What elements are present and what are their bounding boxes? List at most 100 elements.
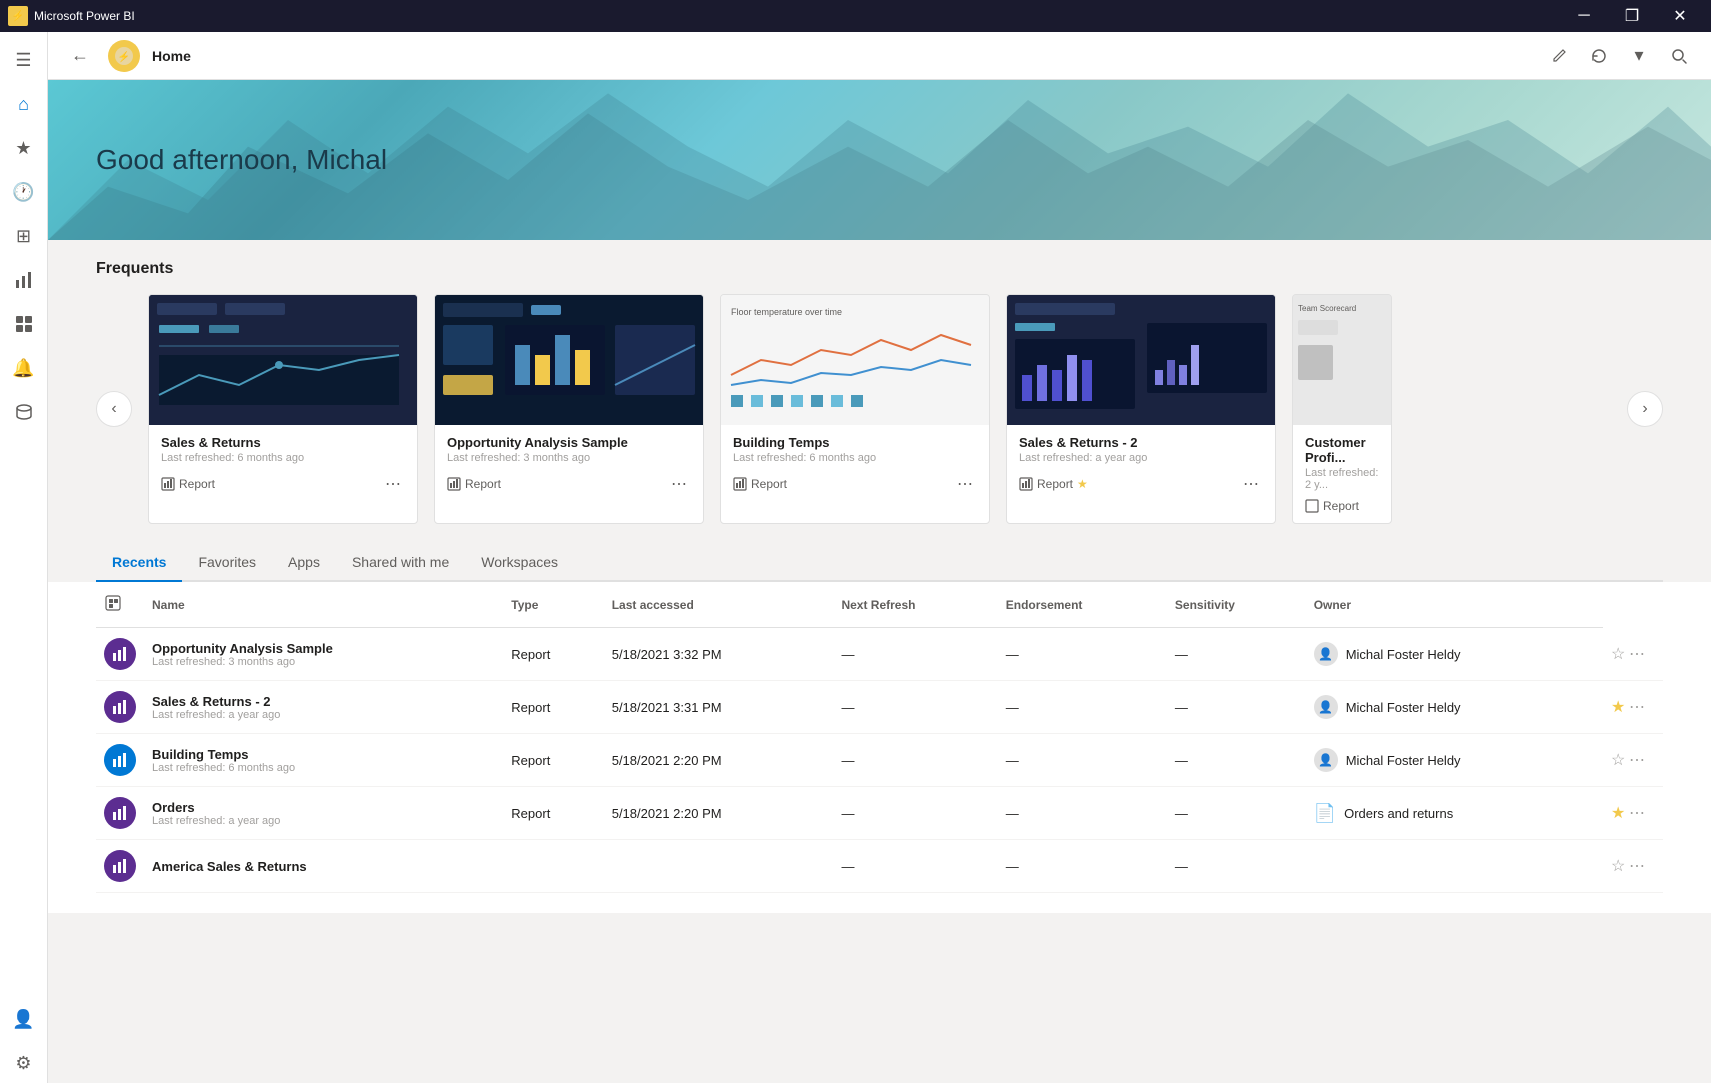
app-title: Microsoft Power BI	[34, 9, 135, 23]
frequent-card-1[interactable]: Sales & Returns Last refreshed: 6 months…	[148, 294, 418, 524]
card-footer-3: Report ⋯	[733, 472, 977, 496]
sidebar-item-apps[interactable]: ⊞	[4, 216, 44, 256]
card-more-1[interactable]: ⋯	[381, 472, 405, 496]
card-body-5: Customer Profi... Last refreshed: 2 y...…	[1293, 425, 1391, 523]
star-btn-2[interactable]: ★	[1611, 697, 1625, 717]
sidebar-item-workspaces[interactable]	[4, 304, 44, 344]
table-container: Name Type Last accessed Next Refresh End…	[48, 582, 1711, 913]
card-body-1: Sales & Returns Last refreshed: 6 months…	[149, 425, 417, 506]
sidebar-item-alerts[interactable]: 🔔	[4, 348, 44, 388]
tab-apps[interactable]: Apps	[272, 544, 336, 582]
search-button[interactable]	[1663, 40, 1695, 72]
card-subtitle-5: Last refreshed: 2 y...	[1305, 467, 1379, 491]
row-endorsement-4: —	[998, 787, 1167, 840]
more-btn-3[interactable]: ⋯	[1629, 750, 1645, 770]
col-endorsement: Endorsement	[998, 582, 1167, 628]
frequent-card-2[interactable]: Opportunity Analysis Sample Last refresh…	[434, 294, 704, 524]
row-endorsement-5: —	[998, 840, 1167, 893]
star-btn-1[interactable]: ☆	[1611, 644, 1625, 664]
card-title-1: Sales & Returns	[161, 435, 405, 450]
row-sensitivity-3: —	[1167, 734, 1306, 787]
refresh-button[interactable]	[1583, 40, 1615, 72]
star-btn-4[interactable]: ★	[1611, 803, 1625, 823]
card-title-3: Building Temps	[733, 435, 977, 450]
row-endorsement-1: —	[998, 628, 1167, 681]
greeting-text: Good afternoon, Michal	[96, 144, 387, 176]
table-row: America Sales & Returns — — —	[96, 840, 1663, 893]
topbar-actions: ▾	[1543, 40, 1695, 72]
row-actions-5: ☆ ⋯	[1603, 840, 1663, 893]
next-arrow[interactable]: ›	[1627, 391, 1663, 427]
star-btn-5[interactable]: ☆	[1611, 856, 1625, 876]
cards-scroll: Sales & Returns Last refreshed: 6 months…	[148, 294, 1611, 524]
titlebar-left: ⚡ Microsoft Power BI	[8, 6, 135, 26]
page-title: Home	[152, 48, 191, 64]
more-btn-2[interactable]: ⋯	[1629, 697, 1645, 717]
minimize-button[interactable]: ─	[1561, 0, 1607, 32]
sidebar-item-menu[interactable]: ☰	[4, 40, 44, 80]
row-owner-2: 👤 Michal Foster Heldy	[1306, 681, 1603, 734]
frequent-card-4[interactable]: Sales & Returns - 2 Last refreshed: a ye…	[1006, 294, 1276, 524]
edit-button[interactable]	[1543, 40, 1575, 72]
table-row: Building Temps Last refreshed: 6 months …	[96, 734, 1663, 787]
row-actions-4: ★ ⋯	[1603, 787, 1663, 840]
tabs-container: Recents Favorites Apps Shared with me Wo…	[48, 544, 1711, 582]
back-button[interactable]: ←	[64, 40, 96, 72]
row-owner-4: 📄 Orders and returns	[1306, 787, 1603, 840]
sidebar-item-datasets[interactable]	[4, 392, 44, 432]
frequent-card-3[interactable]: Floor temperature over time	[720, 294, 990, 524]
row-icon-4	[104, 797, 136, 829]
close-button[interactable]: ✕	[1657, 0, 1703, 32]
app-layout: ☰ ⌂ ★ 🕐 ⊞ 🔔 👤 ⚙ ← ⚡ Home	[0, 32, 1711, 1083]
card-title-4: Sales & Returns - 2	[1019, 435, 1263, 450]
tab-shared[interactable]: Shared with me	[336, 544, 465, 582]
frequents-title: Frequents	[96, 260, 1663, 278]
sidebar-item-recent[interactable]: 🕐	[4, 172, 44, 212]
tabs: Recents Favorites Apps Shared with me Wo…	[96, 544, 1663, 582]
row-type-2: Report	[503, 681, 603, 734]
row-sensitivity-4: —	[1167, 787, 1306, 840]
sidebar-item-metrics[interactable]	[4, 260, 44, 300]
topbar: ← ⚡ Home ▾	[48, 32, 1711, 80]
tab-favorites[interactable]: Favorites	[182, 544, 272, 582]
tab-workspaces[interactable]: Workspaces	[465, 544, 574, 582]
card-type-3: Report	[733, 477, 787, 491]
row-type-1: Report	[503, 628, 603, 681]
main-content: Good afternoon, Michal Frequents ‹	[48, 80, 1711, 1083]
sidebar-item-profile[interactable]: 👤	[4, 999, 44, 1039]
svg-text:Floor temperature over time: Floor temperature over time	[731, 307, 842, 317]
cards-container: ‹	[96, 294, 1663, 524]
row-accessed-2: 5/18/2021 3:31 PM	[604, 681, 834, 734]
sidebar-item-settings[interactable]: ⚙	[4, 1043, 44, 1083]
main-area: ← ⚡ Home ▾	[48, 32, 1711, 1083]
card-more-4[interactable]: ⋯	[1239, 472, 1263, 496]
col-last-accessed: Last accessed	[604, 582, 834, 628]
row-sensitivity-5: —	[1167, 840, 1306, 893]
row-icon-cell	[96, 734, 144, 787]
row-icon-cell	[96, 787, 144, 840]
prev-arrow[interactable]: ‹	[96, 391, 132, 427]
card-subtitle-1: Last refreshed: 6 months ago	[161, 452, 405, 464]
card-body-3: Building Temps Last refreshed: 6 months …	[721, 425, 989, 506]
card-more-2[interactable]: ⋯	[667, 472, 691, 496]
more-btn-1[interactable]: ⋯	[1629, 644, 1645, 664]
sidebar-item-favorites[interactable]: ★	[4, 128, 44, 168]
more-btn-4[interactable]: ⋯	[1629, 803, 1645, 823]
star-btn-3[interactable]: ☆	[1611, 750, 1625, 770]
tab-recents[interactable]: Recents	[96, 544, 182, 582]
restore-button[interactable]: ❐	[1609, 0, 1655, 32]
data-table: Name Type Last accessed Next Refresh End…	[96, 582, 1663, 893]
row-accessed-3: 5/18/2021 2:20 PM	[604, 734, 834, 787]
row-name-cell-2: Sales & Returns - 2 Last refreshed: a ye…	[144, 681, 503, 734]
card-more-3[interactable]: ⋯	[953, 472, 977, 496]
owner-avatar-2: 👤	[1314, 695, 1338, 719]
table-body: Opportunity Analysis Sample Last refresh…	[96, 628, 1663, 893]
row-name-cell-5: America Sales & Returns	[144, 840, 503, 893]
card-body-4: Sales & Returns - 2 Last refreshed: a ye…	[1007, 425, 1275, 506]
more-btn-5[interactable]: ⋯	[1629, 856, 1645, 876]
table-row: Opportunity Analysis Sample Last refresh…	[96, 628, 1663, 681]
frequent-card-5[interactable]: Team Scorecard Customer Profi... Last re…	[1292, 294, 1392, 524]
sidebar-item-home[interactable]: ⌂	[4, 84, 44, 124]
refresh-dropdown-button[interactable]: ▾	[1623, 40, 1655, 72]
table-row: Sales & Returns - 2 Last refreshed: a ye…	[96, 681, 1663, 734]
